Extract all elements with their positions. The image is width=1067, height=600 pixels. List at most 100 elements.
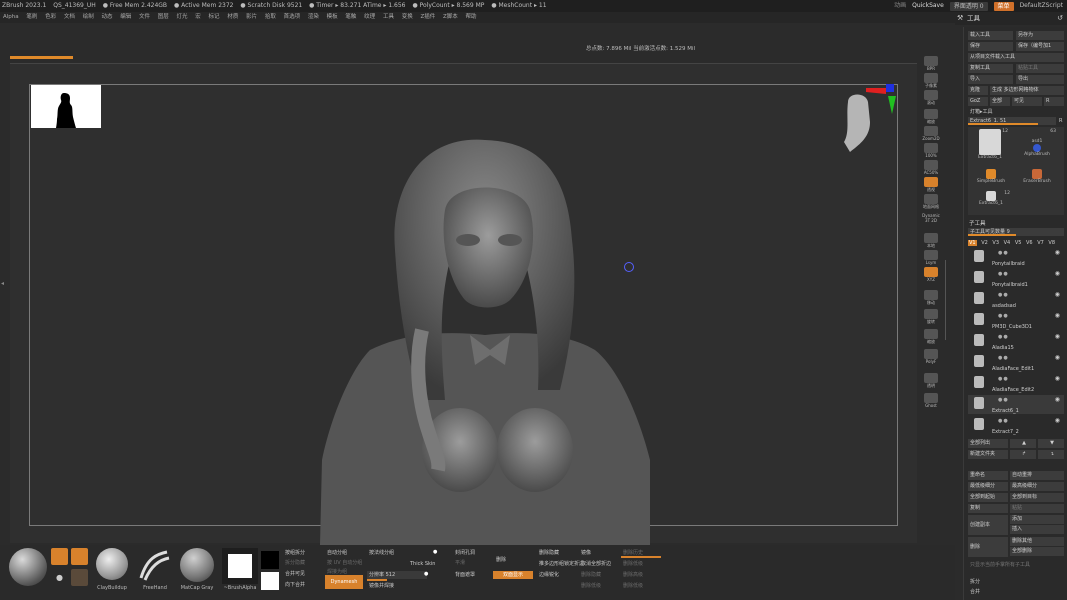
history-slider[interactable] — [621, 556, 661, 558]
make-polymesh-button[interactable]: 生成 多边形网格物体 — [990, 86, 1064, 95]
subtool-item[interactable]: ●● ◉ Extract7_2 — [968, 416, 1064, 435]
quicksave-button[interactable]: QuickSave — [912, 0, 944, 12]
scale-button[interactable]: 缩放 — [921, 329, 941, 346]
eye-icon[interactable]: ◉ — [1055, 291, 1060, 298]
double-button[interactable]: 双面显示 — [493, 571, 533, 579]
del-hidden-b-button[interactable]: 删除隐藏 — [579, 571, 619, 579]
merge-label[interactable]: 合并 — [968, 588, 1064, 597]
default-zscript-button[interactable]: DefaultZScript — [1020, 0, 1063, 12]
tab-v7[interactable]: V7 — [1037, 240, 1044, 246]
perspective-button[interactable]: 透视 — [921, 177, 941, 194]
menu-item[interactable]: 首选项 — [284, 12, 301, 23]
split-hidden-button[interactable]: 拆分隐藏 — [283, 559, 321, 567]
subtool-item[interactable]: ●● ◉ PM3D_Cube3D1 — [968, 311, 1064, 330]
move-up-button[interactable]: ▲ — [1010, 439, 1036, 448]
menu-item[interactable]: 渲染 — [308, 12, 319, 23]
delete-other-button[interactable]: 删除其他 — [1010, 537, 1064, 546]
eye-icon[interactable]: ◉ — [1055, 333, 1060, 340]
lsym-button[interactable]: Lsym — [921, 250, 941, 267]
edge-sharp-button[interactable]: 边缘锐化 — [537, 571, 577, 579]
tool-slider[interactable]: Extract6_1. 51 — [968, 117, 1056, 125]
menu-item[interactable]: 影片 — [246, 12, 257, 23]
tab-v8[interactable]: V8 — [1048, 240, 1055, 246]
tab-v6[interactable]: V6 — [1026, 240, 1033, 246]
menu-item[interactable]: 材质 — [227, 12, 238, 23]
save-increment-button[interactable]: 保存（编号加1 — [1016, 42, 1064, 51]
append-button[interactable]: 添加 — [1010, 515, 1064, 524]
dynamic-button[interactable]: Dynamic 3T 2D — [921, 213, 941, 230]
sculpt-model[interactable] — [310, 120, 660, 545]
tool-extract6-1-b[interactable]: 12 Extract6_1 — [970, 191, 1012, 211]
lightbox-tools-button[interactable]: 灯箱▸工具 — [968, 108, 1064, 117]
all-to-target-button[interactable]: 全部到目标 — [1010, 493, 1064, 502]
uv-groups-button[interactable]: 按 UV 自动分组 — [325, 559, 363, 567]
transparent-button[interactable]: 透明 — [921, 373, 941, 390]
rotate-button[interactable]: 旋转 — [921, 309, 941, 326]
tool-extract6-1[interactable]: 12 Extract6_1 — [970, 129, 1010, 167]
menu-item[interactable]: Z插件 — [420, 12, 435, 23]
all-high-button[interactable]: 最高级细分 — [1010, 482, 1064, 491]
draw-mode-icon[interactable] — [51, 548, 68, 565]
ghost-button[interactable]: Ghost — [921, 393, 941, 410]
menu-item[interactable]: 编辑 — [120, 12, 131, 23]
menu-item[interactable]: 模板 — [327, 12, 338, 23]
duplicate-button[interactable]: 创建副本 — [968, 515, 1008, 535]
ui-transparency-slider[interactable]: 界面透明 0 — [949, 2, 988, 11]
save-button[interactable]: 保存 — [968, 42, 1013, 51]
clone-button[interactable]: 克隆 — [968, 86, 988, 95]
thick-skin-button[interactable]: Thick Skin — [408, 560, 448, 568]
group-normals-button[interactable]: 按法线分组 — [367, 549, 407, 557]
edit-mode-icon[interactable] — [71, 548, 88, 565]
eye-icon[interactable]: ◉ — [1055, 249, 1060, 256]
menu-item[interactable]: 文件 — [139, 12, 150, 23]
subtool-item[interactable]: ●● ◉ AladiaFace_Edit1 — [968, 353, 1064, 372]
split-groups-button[interactable]: 按组拆分 — [283, 549, 321, 557]
tool-eraserbrush[interactable]: EraserBrush — [1016, 169, 1058, 189]
smooth-button[interactable]: 平滑 — [453, 559, 491, 567]
menu-item[interactable]: 工具 — [383, 12, 394, 23]
insert-button[interactable]: 插入 — [1010, 525, 1064, 534]
menu-item[interactable]: 图层 — [158, 12, 169, 23]
copy-subtool-button[interactable]: 复制 — [968, 504, 1008, 513]
polyframe-button[interactable]: PolyF — [921, 349, 941, 366]
mirror-weld-button[interactable]: 镜像并焊接 — [367, 582, 427, 590]
menu-item[interactable]: 灯光 — [177, 12, 188, 23]
move-down-button[interactable]: ▼ — [1038, 439, 1064, 448]
delete-hidden-button[interactable]: 删除隐藏 — [537, 549, 577, 557]
subtool-item[interactable]: ●● ◉ asdadsad — [968, 290, 1064, 309]
bpr-button[interactable]: BPR — [921, 56, 941, 73]
freehand-stroke-icon[interactable] — [137, 548, 173, 584]
goz-visible-button[interactable]: 可见 — [1012, 97, 1042, 106]
tool-simplebrush[interactable]: SimpleBrush — [970, 169, 1012, 189]
arrow-up-button[interactable]: ↱ — [1010, 450, 1036, 459]
import-button[interactable]: 导入 — [968, 75, 1013, 84]
del-lower-button[interactable]: 删除低级 — [579, 582, 619, 590]
copy-tool-button[interactable]: 复制工具 — [968, 64, 1013, 73]
scroll-button[interactable]: 滚动 — [921, 90, 941, 107]
menu-item[interactable]: Alpha — [3, 12, 19, 23]
crease-pg-button[interactable]: 推多边形组锁定折边 — [537, 560, 584, 568]
auto-reorder-button[interactable]: 自动重排 — [1010, 471, 1064, 480]
menu-item[interactable]: 动态 — [101, 12, 112, 23]
export-button[interactable]: 导出 — [1016, 75, 1064, 84]
ac50-button[interactable]: AC50% — [921, 160, 941, 177]
menu-button[interactable]: 菜单 — [993, 2, 1014, 11]
menu-item[interactable]: 色彩 — [45, 12, 56, 23]
merge-visible-button[interactable]: 合并可见 — [283, 570, 321, 578]
primary-color-swatch[interactable] — [261, 551, 279, 569]
load-from-project-button[interactable]: 从项目文件载入工具 — [968, 53, 1064, 62]
subpixel-button[interactable]: 子像素 — [921, 73, 941, 90]
tab-v2[interactable]: V2 — [981, 240, 988, 246]
dynamesh-button[interactable]: Dynamesh — [325, 575, 363, 589]
zoom2d-button[interactable]: Zoom2D — [921, 126, 941, 143]
bulb-icon[interactable]: ● — [51, 569, 68, 586]
resolution-slider[interactable]: 分辨率 512 — [367, 571, 427, 579]
tab-v5[interactable]: V5 — [1015, 240, 1022, 246]
auto-groups-button[interactable]: 自动分组 — [325, 549, 363, 557]
arrow-down-button[interactable]: ↴ — [1038, 450, 1064, 459]
menu-item[interactable]: 笔刷 — [26, 12, 37, 23]
close-holes-button[interactable]: 封闭孔洞 — [453, 549, 491, 557]
tab-v1[interactable]: V1 — [968, 240, 977, 246]
new-folder-button[interactable]: 新建文件夹 — [968, 450, 1008, 459]
goz-all-button[interactable]: 全部 — [990, 97, 1010, 106]
